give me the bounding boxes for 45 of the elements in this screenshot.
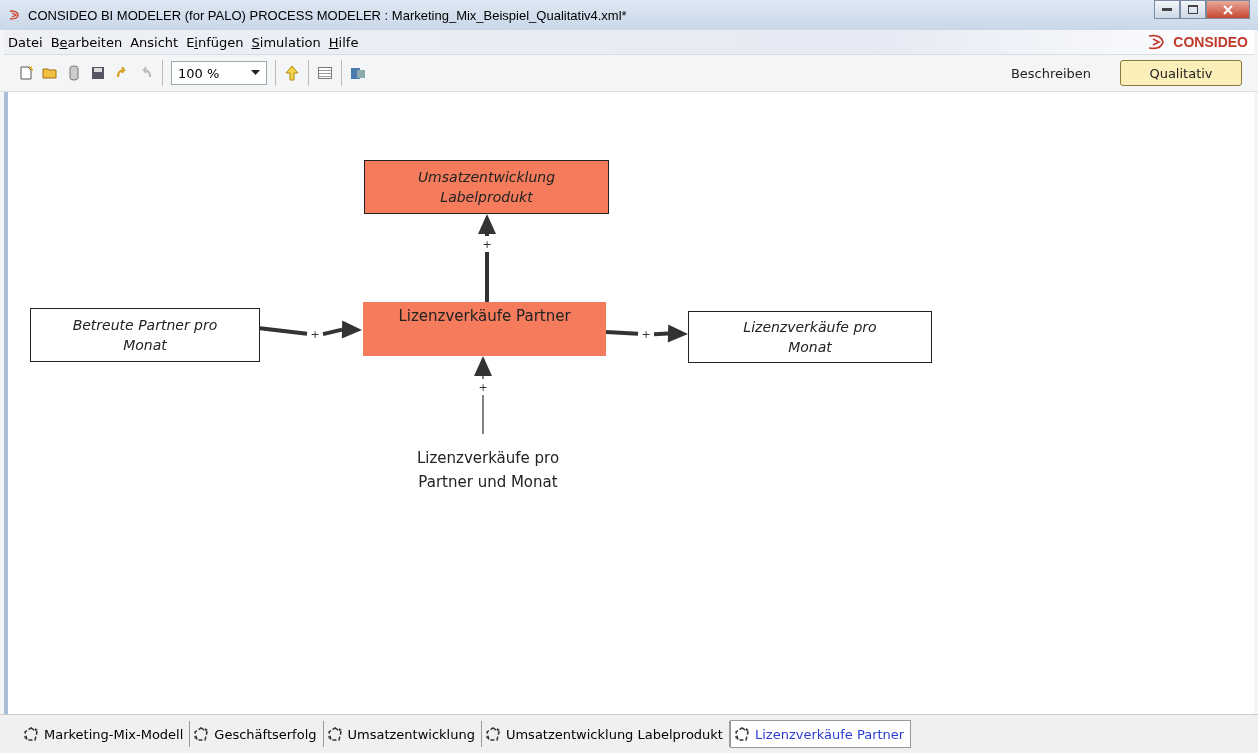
menu-item[interactable]: Simulation <box>247 34 325 50</box>
close-icon <box>1223 4 1233 15</box>
menu-item[interactable]: Hilfe <box>324 34 363 50</box>
up-arrow-icon[interactable] <box>284 65 300 81</box>
goal-node[interactable]: Umsatzentwicklung Labelprodukt <box>364 160 609 214</box>
new-file-icon[interactable] <box>18 65 34 81</box>
focus-node[interactable]: Lizenzverkäufe Partner <box>363 302 606 356</box>
maximize-icon <box>1188 5 1198 14</box>
database-icon[interactable] <box>66 65 82 81</box>
sign-label: + <box>478 381 488 394</box>
folder-icon[interactable] <box>42 65 58 81</box>
zoom-dropdown[interactable]: 100 % <box>171 61 267 85</box>
app-logo-icon <box>8 9 20 21</box>
maximize-button[interactable] <box>1180 0 1206 19</box>
menu-item[interactable]: Einfügen <box>182 34 248 50</box>
minimize-icon <box>1162 7 1172 12</box>
model-tab[interactable]: Lizenzverkäufe Partner <box>729 720 912 748</box>
sign-label: + <box>641 328 651 341</box>
variable-node[interactable]: Lizenzverkäufe pro Monat <box>688 311 932 363</box>
model-tab[interactable]: Geschäftserfolg <box>190 721 324 747</box>
model-icon <box>483 726 502 742</box>
model-icon <box>732 726 751 742</box>
save-icon[interactable] <box>90 65 106 81</box>
variable-node[interactable]: Betreute Partner pro Monat <box>30 308 260 362</box>
menu-item[interactable]: Ansicht <box>126 34 183 50</box>
export-icon[interactable] <box>350 65 366 81</box>
menu-item[interactable]: Datei <box>4 34 47 50</box>
table-icon[interactable] <box>317 65 333 81</box>
brand-name: CONSIDEO <box>1173 34 1248 50</box>
close-button[interactable] <box>1206 0 1250 19</box>
caret-icon <box>251 70 260 76</box>
model-icon <box>192 726 211 742</box>
minimize-button[interactable] <box>1154 0 1180 19</box>
sign-label: + <box>482 238 492 251</box>
menu-item[interactable]: Bearbeiten <box>46 34 127 50</box>
constant-label: Lizenzverkäufe pro Partner und Monat <box>415 448 561 493</box>
model-icon <box>22 726 40 742</box>
model-tab[interactable]: Marketing-Mix-Modell <box>20 721 191 747</box>
model-icon <box>325 726 344 742</box>
model-tab[interactable]: Umsatzentwicklung <box>323 721 482 747</box>
model-tab[interactable]: Umsatzentwicklung Labelprodukt <box>481 721 730 747</box>
sign-label: + <box>310 328 320 341</box>
window-title: CONSIDEO BI MODELER (for PALO) PROCESS MODELER : Marketing_Mix_Beispiel_Qualitativ4.xml* <box>28 7 628 23</box>
mode-button[interactable]: Qualitativ <box>1120 60 1242 86</box>
mode-button[interactable]: Beschreiben <box>990 60 1112 86</box>
